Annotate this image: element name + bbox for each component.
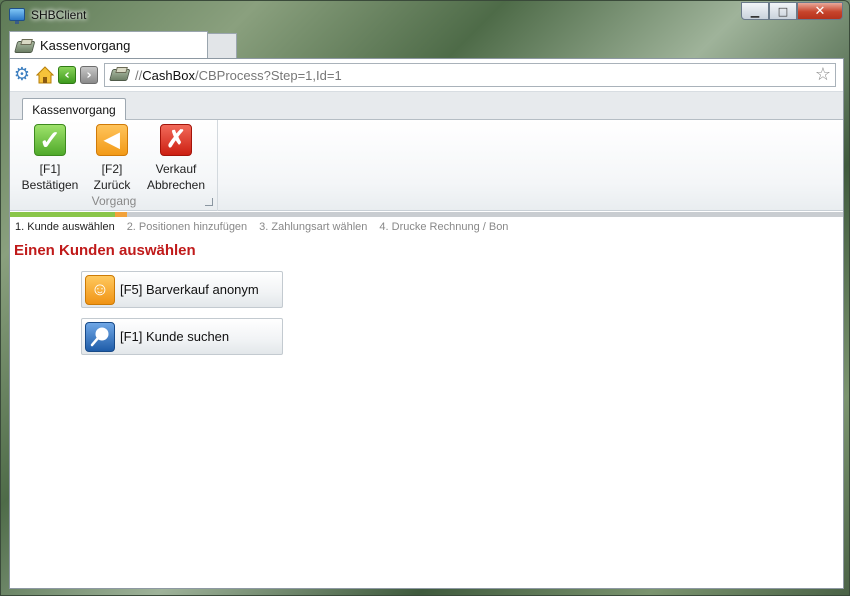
ribbon-tab-strip: Kassenvorgang <box>10 92 843 121</box>
search-customer-button[interactable]: [F1] Kunde suchen <box>81 318 283 355</box>
tab-kassenvorgang[interactable]: Kassenvorgang <box>9 31 208 59</box>
step-progress-bar <box>10 212 843 217</box>
title-bar: SHBClient ▁ □ ✕ <box>1 1 849 29</box>
ribbon-group-label: Vorgang <box>91 194 137 208</box>
close-button[interactable]: ✕ <box>797 2 843 20</box>
step-4: 4. Drucke Rechnung / Bon <box>379 221 509 233</box>
ribbon-tab-kassenvorgang[interactable]: Kassenvorgang <box>22 98 126 121</box>
back-key: [F2] <box>101 162 123 176</box>
settings-icon[interactable]: ⚙ <box>13 66 31 84</box>
cancel-label: Abbrechen <box>146 178 206 192</box>
search-magnifier-icon <box>85 321 115 352</box>
back-icon[interactable]: ‹ <box>58 66 76 84</box>
register-icon <box>12 39 36 53</box>
monitor-icon <box>9 8 25 24</box>
step-1: 1. Kunde auswählen <box>15 221 115 233</box>
app-window: SHBClient ▁ □ ✕ Kassenvorgang ⚙ ‹ › // C… <box>0 0 850 596</box>
anonymous-sale-button[interactable]: ☺ [F5] Barverkauf anonym <box>81 271 283 308</box>
confirm-label: Bestätigen <box>21 178 79 192</box>
maximize-button[interactable]: □ <box>769 2 797 20</box>
client-area: ⚙ ‹ › //CashBox/CBProcess?Step=1,Id=1 ☆ … <box>9 58 844 589</box>
ribbon-body: ✓ [F1] Bestätigen ◀ [F2] Zurück ✗ Verkau… <box>10 120 843 211</box>
anonymous-smiley-icon: ☺ <box>85 274 115 305</box>
favorite-star-icon[interactable]: ☆ <box>815 65 831 85</box>
address-bar[interactable]: //CashBox/CBProcess?Step=1,Id=1 ☆ <box>104 63 836 87</box>
cancel-key: Verkauf <box>155 162 197 176</box>
step-2: 2. Positionen hinzufügen <box>126 221 248 233</box>
tab-label: Kassenvorgang <box>40 38 131 53</box>
url-path: /CBProcess?Step=1,Id=1 <box>194 67 342 83</box>
ribbon-group-vorgang: ✓ [F1] Bestätigen ◀ [F2] Zurück ✗ Verkau… <box>10 120 218 211</box>
browser-tabstrip: Kassenvorgang <box>9 31 237 59</box>
cancel-x-icon: ✗ <box>160 124 192 156</box>
window-title: SHBClient <box>31 8 87 22</box>
search-customer-label: [F1] Kunde suchen <box>120 329 230 344</box>
url-host: CashBox <box>142 67 195 83</box>
dialog-launcher-icon[interactable] <box>205 198 213 206</box>
minimize-button[interactable]: ▁ <box>741 2 769 20</box>
confirm-button[interactable]: ✓ [F1] Bestätigen <box>22 124 78 193</box>
back-label: Zurück <box>93 178 131 192</box>
new-tab-button[interactable] <box>208 33 237 59</box>
checkmark-icon: ✓ <box>34 124 66 156</box>
home-icon[interactable] <box>36 66 54 84</box>
url-prefix: // <box>135 67 143 83</box>
back-button[interactable]: ◀ [F2] Zurück <box>88 124 136 193</box>
anonymous-sale-label: [F5] Barverkauf anonym <box>120 282 259 297</box>
progress-fill <box>10 212 115 217</box>
forward-icon[interactable]: › <box>80 66 98 84</box>
navigation-bar: ⚙ ‹ › //CashBox/CBProcess?Step=1,Id=1 ☆ <box>10 59 843 92</box>
progress-marker <box>114 212 127 217</box>
confirm-key: [F1] <box>39 162 61 176</box>
page-title: Einen Kunden auswählen <box>14 242 196 259</box>
step-list: 1. Kunde auswählen 2. Positionen hinzufü… <box>10 217 843 237</box>
register-icon <box>107 67 131 81</box>
step-3: 3. Zahlungsart wählen <box>259 221 368 233</box>
cancel-sale-button[interactable]: ✗ Verkauf Abbrechen <box>144 124 208 193</box>
window-controls: ▁ □ ✕ <box>741 2 843 20</box>
back-arrow-icon: ◀ <box>96 124 128 156</box>
